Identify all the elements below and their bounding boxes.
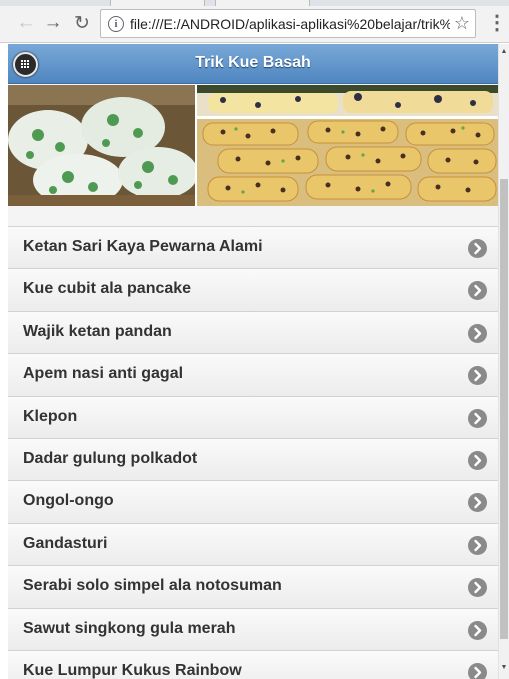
chevron-right-icon [468,620,487,640]
scroll-up-arrow-icon[interactable]: ▲ [499,48,509,56]
list-item[interactable]: Gandasturi [8,522,498,566]
back-icon[interactable]: ← [14,11,38,35]
list-item[interactable]: Kue Lumpur Kukus Rainbow [8,649,498,679]
site-info-icon[interactable]: i [108,16,124,32]
browser-menu-icon[interactable]: ⋮ [487,10,507,36]
browser-tab[interactable] [110,0,205,6]
chevron-right-icon [468,323,487,343]
list-item[interactable]: Serabi solo simpel ala notosuman [8,565,498,608]
list-item[interactable]: Kue cubit ala pancake [8,268,498,311]
recipe-label: Gandasturi [23,534,108,552]
url-text[interactable]: file:///E:/ANDROID/aplikasi-aplikasi%20b… [130,16,450,32]
list-item[interactable]: Ketan Sari Kaya Pewarna Alami [8,226,498,269]
scroll-thumb[interactable] [500,179,508,639]
chevron-right-icon [468,578,487,598]
chevron-right-icon [468,281,487,301]
recipe-label: Kue cubit ala pancake [23,280,192,298]
banner-image [8,85,498,206]
recipe-label: Serabi solo simpel ala notosuman [23,577,282,595]
list-item[interactable]: Apem nasi anti gagal [8,353,498,396]
recipe-label: Ongol-ongo [23,492,114,510]
menu-grid-button[interactable] [13,52,38,77]
recipe-label: Klepon [23,407,78,425]
chevron-right-icon [468,662,487,679]
bookmark-star-icon[interactable]: ☆ [454,13,470,34]
address-bar[interactable]: i file:///E:/ANDROID/aplikasi-aplikasi%2… [100,9,476,38]
browser-toolbar: ← → ↻ i file:///E:/ANDROID/aplikasi-apli… [0,0,509,43]
recipe-label: Apem nasi anti gagal [23,365,184,383]
chevron-right-icon [468,239,487,258]
recipe-label: Sawut singkong gula merah [23,619,236,637]
chevron-right-icon [468,493,487,513]
list-item[interactable]: Sawut singkong gula merah [8,607,498,650]
list-item[interactable]: Klepon [8,395,498,438]
recipe-label: Dadar gulung polkadot [23,449,198,467]
app-header: Trik Kue Basah [8,44,498,84]
list-item[interactable]: Dadar gulung polkadot [8,437,498,481]
scroll-down-arrow-icon[interactable]: ▼ [499,664,509,672]
list-item[interactable]: Ongol-ongo [8,480,498,523]
page-content: Trik Kue Basah Ketan Sari Kaya Pewarna A… [8,44,498,679]
scrollbar[interactable]: ▲ ▼ [498,44,509,679]
browser-tab[interactable] [215,0,310,6]
chevron-right-icon [468,408,487,428]
tab-strip [0,0,509,6]
page-title: Trik Kue Basah [195,54,311,71]
chevron-right-icon [468,366,487,386]
recipe-label: Wajik ketan pandan [23,322,172,340]
reload-icon[interactable]: ↻ [70,11,94,35]
recipe-label: Ketan Sari Kaya Pewarna Alami [23,238,263,255]
forward-icon[interactable]: → [41,11,65,35]
list-item[interactable]: Wajik ketan pandan [8,310,498,354]
chevron-right-icon [468,450,487,470]
recipe-list: Ketan Sari Kaya Pewarna Alami Kue cubit a… [8,226,498,679]
grid-icon [21,60,30,69]
chevron-right-icon [468,535,487,555]
recipe-label: Kue Lumpur Kukus Rainbow [23,661,242,679]
